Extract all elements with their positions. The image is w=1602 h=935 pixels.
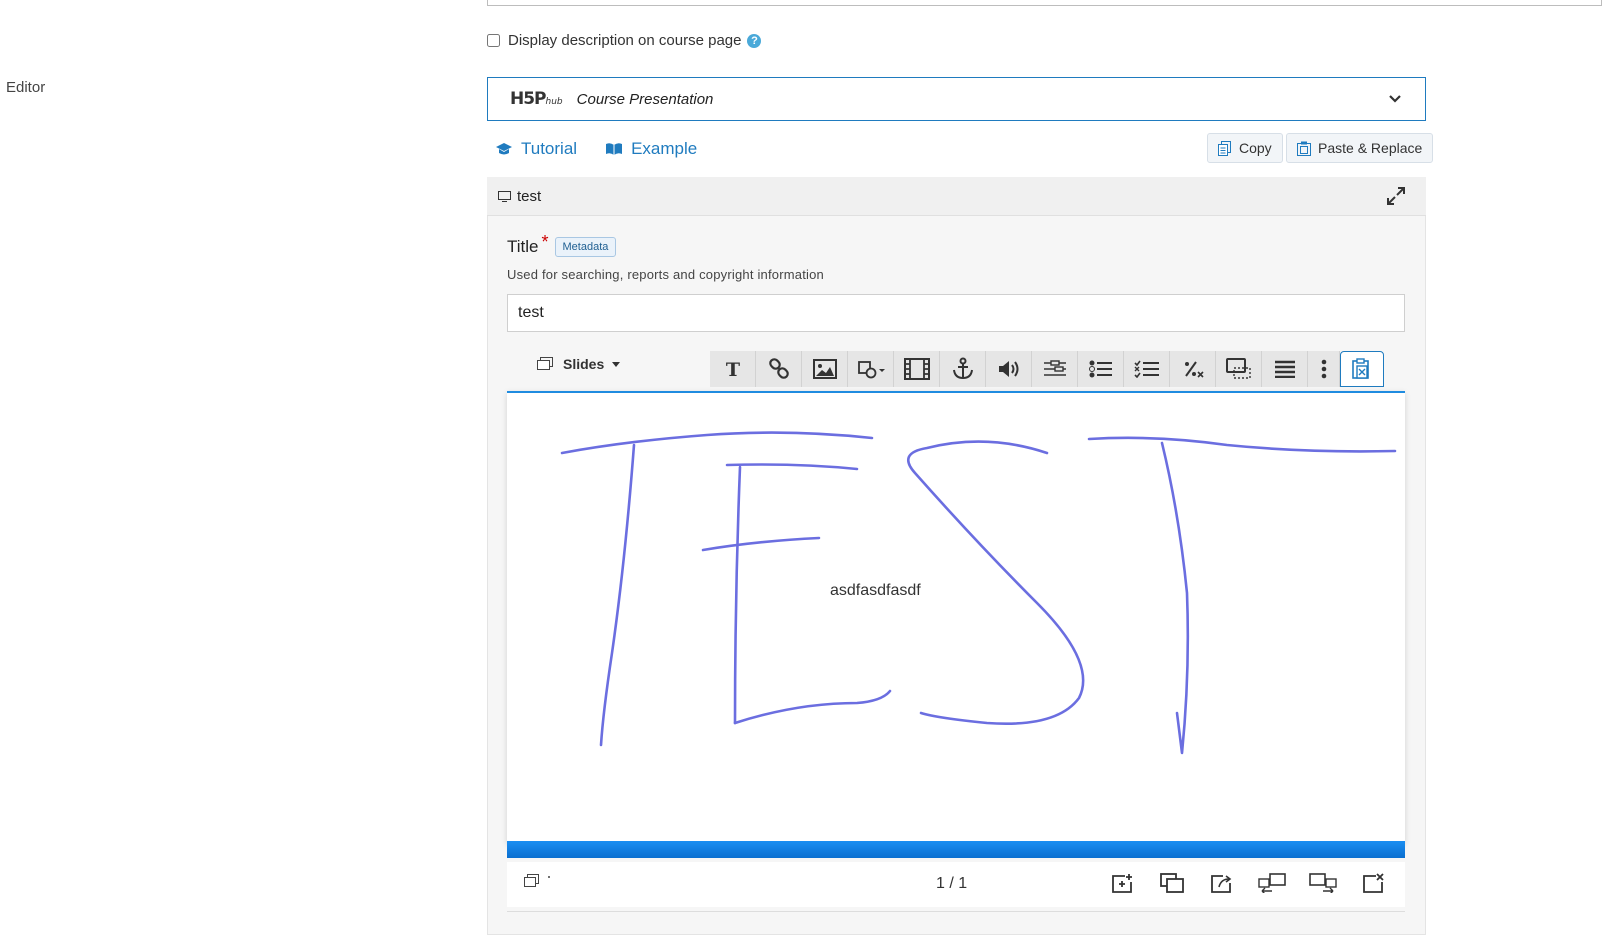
monitor-icon — [498, 190, 511, 202]
add-audio-button[interactable] — [986, 351, 1032, 387]
content-toolbar: T — [710, 351, 1384, 387]
delete-slide-icon[interactable] — [1363, 873, 1385, 893]
title-input[interactable] — [507, 294, 1405, 332]
graduation-cap-icon — [496, 143, 512, 155]
paste-replace-button[interactable]: Paste & Replace — [1286, 133, 1434, 163]
required-mark: * — [541, 232, 549, 252]
slide-progress-bar[interactable] — [507, 841, 1405, 858]
add-anchor-button[interactable] — [940, 351, 986, 387]
divider — [507, 911, 1405, 912]
paste-content-button[interactable] — [1340, 351, 1384, 387]
display-description-checkbox[interactable] — [487, 34, 500, 47]
clone-slide-icon[interactable] — [1160, 873, 1184, 893]
display-description-row: Display description on course page ? — [487, 32, 762, 49]
image-icon — [812, 359, 837, 379]
move-slide-right-icon[interactable] — [1309, 873, 1337, 893]
paste-icon — [1352, 358, 1369, 379]
link-icon — [768, 358, 789, 379]
text-icon: T — [725, 359, 739, 379]
add-link-button[interactable] — [756, 351, 802, 387]
display-description-label: Display description on course page — [508, 32, 742, 49]
slides-label: Slides — [563, 356, 605, 372]
slide-counter: 1 / 1 — [936, 875, 968, 892]
example-link[interactable]: Example — [605, 139, 697, 159]
title-field-label: Title * Metadata — [507, 232, 617, 257]
slide-text-element[interactable]: asdfasdfasdf — [830, 582, 921, 600]
add-mark-words-button[interactable] — [1170, 351, 1216, 387]
slide-canvas[interactable] — [507, 391, 1405, 843]
caret-down-icon — [612, 361, 621, 367]
slide-list-icon[interactable] — [523, 873, 553, 889]
book-open-icon — [606, 143, 623, 155]
panel-title: test — [517, 187, 542, 205]
add-multi-choice-button[interactable] — [1124, 351, 1170, 387]
slide-background-icon[interactable] — [1211, 873, 1233, 893]
svg-text:T: T — [725, 359, 739, 379]
title-description: Used for searching, reports and copyrigh… — [507, 267, 824, 282]
add-image-button[interactable] — [802, 351, 848, 387]
chevron-down-icon[interactable] — [1387, 91, 1403, 107]
audio-icon — [998, 361, 1018, 377]
add-video-button[interactable] — [894, 351, 940, 387]
add-fill-blanks-button[interactable] — [1032, 351, 1078, 387]
move-slide-left-icon[interactable] — [1258, 873, 1286, 893]
editor-label: Editor — [6, 79, 46, 96]
more-icon — [1321, 359, 1326, 379]
hub-selector[interactable]: H5Phub Course Presentation — [487, 77, 1426, 121]
multi-choice-icon — [1133, 360, 1159, 378]
fill-blanks-icon — [1043, 360, 1066, 376]
h5p-hub-logo: H5Phub — [510, 89, 563, 109]
add-slide-icon[interactable] — [1112, 873, 1134, 893]
tutorial-link[interactable]: Tutorial — [495, 139, 577, 159]
drawing-image — [560, 431, 1397, 755]
help-links: Tutorial Example — [495, 139, 725, 159]
copy-label: Copy — [1239, 140, 1272, 156]
paste-replace-label: Paste & Replace — [1318, 140, 1423, 156]
clipboard-icon — [1297, 141, 1311, 156]
shapes-icon — [857, 361, 885, 379]
mark-words-icon — [1184, 361, 1204, 378]
slides-icon — [537, 357, 553, 370]
more-options-button[interactable] — [1308, 351, 1340, 387]
tutorial-label: Tutorial — [521, 139, 578, 158]
add-single-choice-button[interactable] — [1078, 351, 1124, 387]
panel-header[interactable]: test — [487, 177, 1426, 216]
content-type-title: Course Presentation — [576, 90, 714, 108]
summary-icon — [1274, 360, 1295, 378]
add-text-button[interactable]: T — [710, 351, 756, 387]
drag-drop-icon — [1225, 358, 1251, 379]
copy-button[interactable]: Copy — [1207, 133, 1283, 163]
fullscreen-icon[interactable] — [1387, 187, 1405, 205]
slides-tab[interactable]: Slides — [537, 356, 621, 372]
metadata-button[interactable]: Metadata — [554, 236, 617, 257]
single-choice-icon — [1088, 360, 1112, 378]
help-icon[interactable]: ? — [747, 33, 762, 48]
add-shape-button[interactable] — [848, 351, 894, 387]
title-label: Title — [507, 236, 539, 256]
add-drag-drop-button[interactable] — [1216, 351, 1262, 387]
add-summary-button[interactable] — [1262, 351, 1308, 387]
example-label: Example — [631, 139, 698, 158]
copy-icon — [1218, 140, 1231, 156]
video-icon — [903, 358, 930, 380]
previous-field-box — [487, 0, 1602, 6]
anchor-icon — [952, 357, 973, 380]
